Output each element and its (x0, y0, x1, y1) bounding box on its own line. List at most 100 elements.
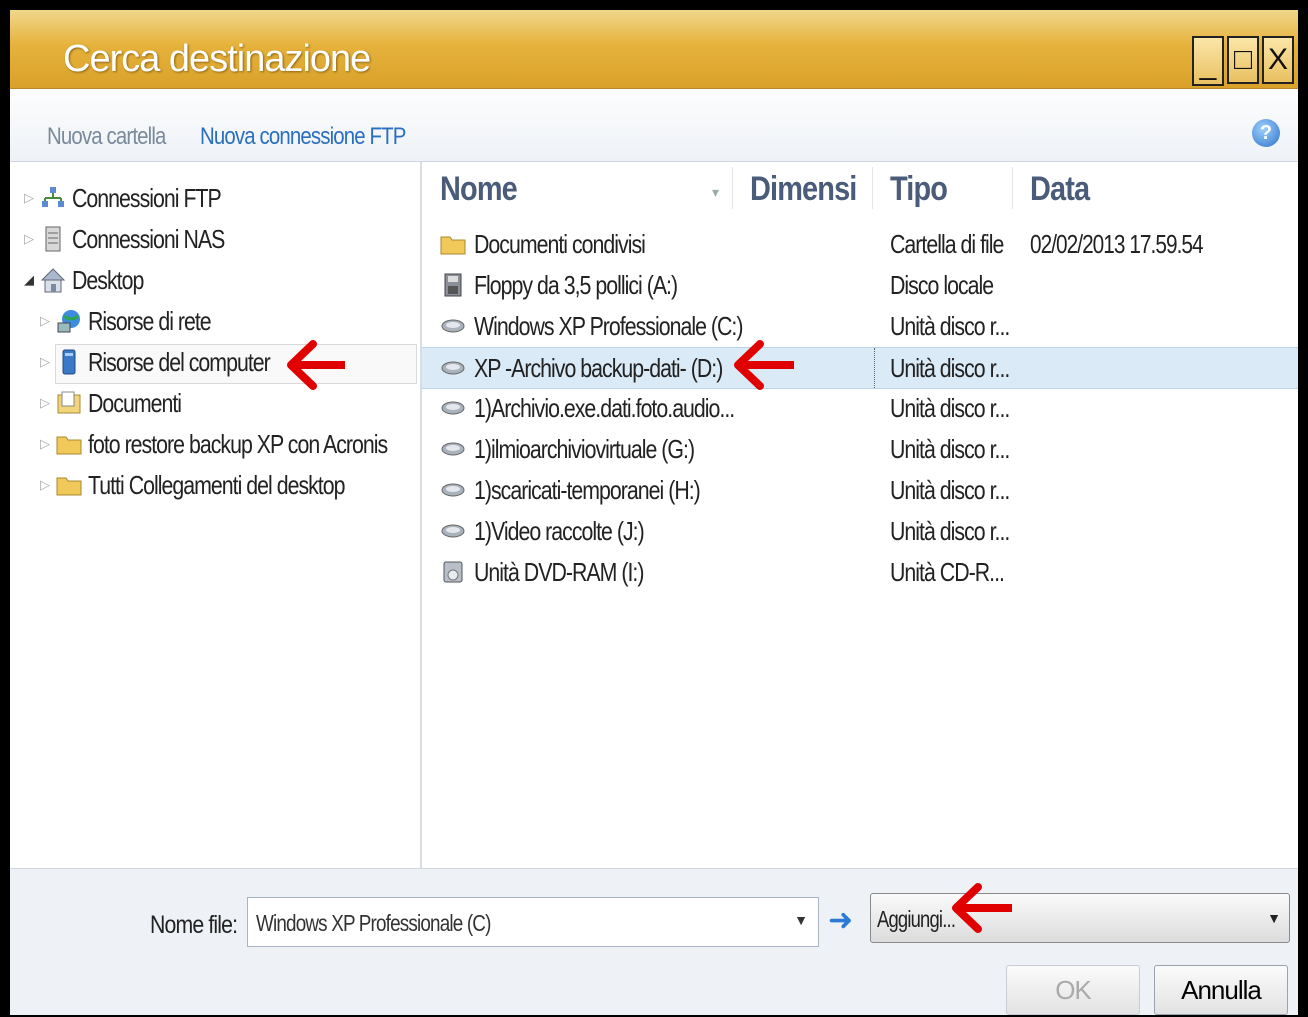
new-ftp-connection-button[interactable]: Nuova connessione FTP (200, 123, 406, 151)
file-type: Unità CD-R... (890, 557, 1005, 587)
collapse-icon[interactable]: ◢ (24, 272, 40, 288)
network-icon (40, 185, 66, 211)
file-type: Unità disco r... (890, 434, 1010, 464)
file-date: 02/02/2013 17.59.54 (1030, 229, 1204, 259)
file-type: Unità disco r... (890, 393, 1010, 423)
dropdown-arrow-icon[interactable]: ▼ (794, 912, 808, 928)
expand-icon[interactable]: ▷ (40, 395, 56, 411)
file-name: Floppy da 3,5 pollici (A:) (474, 270, 678, 300)
expand-icon[interactable]: ▷ (24, 190, 40, 206)
file-type: Unità disco r... (890, 516, 1010, 546)
column-separator[interactable] (1012, 167, 1013, 209)
expand-icon[interactable]: ▷ (40, 354, 56, 370)
column-header-name[interactable]: Nome (440, 170, 518, 209)
title-bar[interactable]: Cerca destinazione _ □ X (10, 10, 1298, 89)
file-row[interactable]: Unità DVD-RAM (I:) Unità CD-R... (422, 552, 1298, 592)
folder-icon (56, 431, 82, 457)
toolbar: Nuova cartella Nuova connessione FTP ? (10, 89, 1298, 162)
annotation-arrow-icon (734, 340, 794, 390)
tree-label: Risorse di rete (88, 305, 212, 336)
file-row[interactable]: Documenti condivisi Cartella di file 02/… (422, 224, 1298, 264)
file-row[interactable]: 1)ilmioarchiviovirtuale (G:) Unità disco… (422, 429, 1298, 469)
tree-label: Tutti Collegamenti del desktop (88, 469, 345, 500)
file-row[interactable]: 1)Archivio.exe.dati.foto.audio... Unità … (422, 388, 1298, 428)
ok-button[interactable]: OK (1006, 965, 1140, 1015)
dialog-window: Cerca destinazione _ □ X Nuova cartella … (10, 10, 1298, 1015)
bottom-bar: Nome file: Windows XP Professionale (C) … (10, 868, 1298, 1015)
file-row-selected[interactable]: XP -Archivo backup-dati- (D:) Unità disc… (422, 347, 1298, 389)
column-header-size[interactable]: Dimensi (750, 170, 857, 209)
file-type: Unità disco r... (890, 475, 1010, 505)
column-separator[interactable] (732, 167, 733, 209)
maximize-button[interactable]: □ (1227, 36, 1259, 84)
filename-label: Nome file: (150, 911, 238, 939)
help-icon[interactable]: ? (1252, 119, 1280, 147)
file-name: 1)ilmioarchiviovirtuale (G:) (474, 434, 695, 464)
folder-icon (56, 472, 82, 498)
annotation-arrow-icon (952, 883, 1012, 933)
drive-icon (440, 355, 466, 381)
drive-icon (440, 436, 466, 462)
tree-item-computer[interactable]: ▷ Risorse del computer (40, 344, 310, 380)
file-type: Disco locale (890, 270, 994, 300)
documents-icon (56, 390, 82, 416)
file-name: 1)scaricati-temporanei (H:) (474, 475, 701, 505)
expand-icon[interactable]: ▷ (24, 231, 40, 247)
dropdown-arrow-icon[interactable]: ▼ (1267, 910, 1281, 926)
focus-border (874, 348, 876, 388)
file-row[interactable]: 1)Video raccolte (J:) Unità disco r... (422, 511, 1298, 551)
tree-item-ftp[interactable]: ▷ Connessioni FTP (24, 180, 253, 216)
filename-input[interactable]: Windows XP Professionale (C) ▼ (247, 897, 819, 947)
filter-value: Aggiungi... (877, 906, 956, 932)
home-icon (40, 267, 66, 293)
tree-label: Risorse del computer (88, 346, 271, 377)
folder-icon (440, 231, 466, 257)
annotation-arrow-icon (287, 340, 345, 390)
column-separator[interactable] (872, 167, 873, 209)
file-list: Nome ▾ Dimensi Tipo Data Documenti condi… (422, 162, 1298, 868)
file-row[interactable]: Windows XP Professionale (C:) Unità disc… (422, 306, 1298, 346)
filename-value: Windows XP Professionale (C) (256, 910, 491, 936)
globe-network-icon (56, 308, 82, 334)
tree-item-documents[interactable]: ▷ Documenti (40, 385, 201, 421)
file-row[interactable]: Floppy da 3,5 pollici (A:) Disco locale (422, 265, 1298, 305)
go-arrow-icon[interactable]: ➜ (828, 903, 853, 938)
file-name: XP -Archivo backup-dati- (D:) (474, 353, 723, 383)
tree-item-network[interactable]: ▷ Risorse di rete (40, 303, 238, 339)
tree-item-desktop[interactable]: ◢ Desktop (24, 262, 159, 298)
close-button[interactable]: X (1262, 36, 1294, 84)
expand-icon[interactable]: ▷ (40, 313, 56, 329)
drive-icon (440, 395, 466, 421)
tree-label: Documenti (88, 387, 182, 418)
expand-icon[interactable]: ▷ (40, 477, 56, 493)
dvd-icon (440, 559, 466, 585)
tree-item-folder[interactable]: ▷ foto restore backup XP con Acronis (40, 426, 453, 462)
window-title: Cerca destinazione (63, 38, 371, 80)
file-type: Cartella di file (890, 229, 1004, 259)
window-controls: _ □ X (1192, 36, 1294, 86)
file-type: Unità disco r... (890, 353, 1010, 383)
filter-select[interactable]: Aggiungi... ▼ (870, 893, 1290, 943)
cancel-button[interactable]: Annulla (1154, 965, 1288, 1015)
file-name: Windows XP Professionale (C:) (474, 311, 743, 341)
tree-label: Connessioni NAS (72, 223, 225, 254)
drive-icon (440, 518, 466, 544)
expand-icon[interactable]: ▷ (40, 436, 56, 452)
drive-icon (440, 477, 466, 503)
server-icon (40, 226, 66, 252)
file-name: Unità DVD-RAM (I:) (474, 557, 644, 587)
file-row[interactable]: 1)scaricati-temporanei (H:) Unità disco … (422, 470, 1298, 510)
tree-item-folder[interactable]: ▷ Tutti Collegamenti del desktop (40, 467, 401, 503)
tree-label: Connessioni FTP (72, 182, 222, 213)
file-type: Unità disco r... (890, 311, 1010, 341)
floppy-icon (440, 272, 466, 298)
file-name: 1)Archivio.exe.dati.foto.audio... (474, 393, 735, 423)
column-header-date[interactable]: Data (1030, 170, 1090, 209)
tree-label: foto restore backup XP con Acronis (88, 428, 388, 459)
column-header-type[interactable]: Tipo (890, 170, 948, 209)
sort-dropdown-icon[interactable]: ▾ (712, 184, 719, 201)
tree-item-nas[interactable]: ▷ Connessioni NAS (24, 221, 258, 257)
new-folder-button[interactable]: Nuova cartella (47, 123, 166, 151)
minimize-button[interactable]: _ (1192, 36, 1224, 86)
file-name: Documenti condivisi (474, 229, 646, 259)
